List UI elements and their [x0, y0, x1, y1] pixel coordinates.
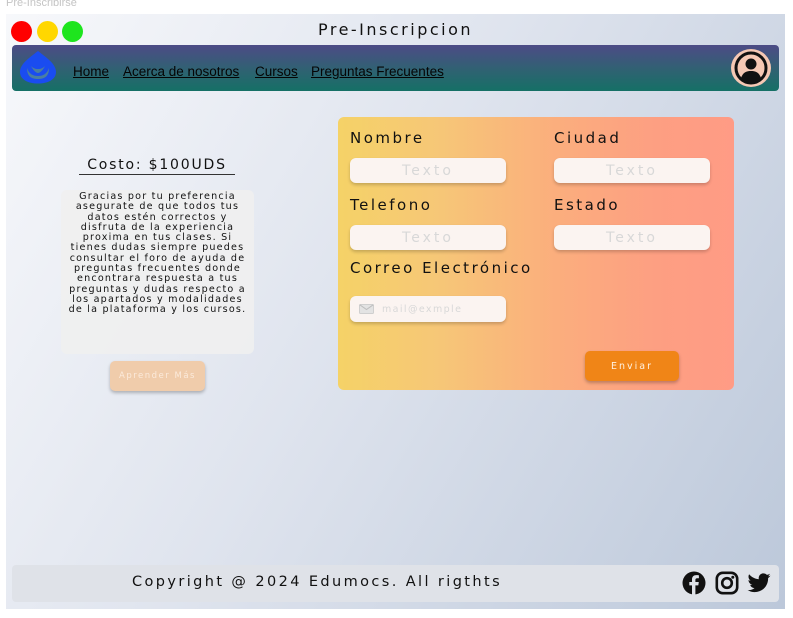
nombre-label: Nombre	[350, 129, 425, 147]
drop-logo-icon[interactable]	[18, 49, 58, 85]
nav-link-about[interactable]: Acerca de nosotros	[123, 64, 239, 79]
correo-label: Correo Electrónico	[350, 259, 533, 277]
registration-form: Nombre Ciudad Telefono Estado Correo Ele…	[338, 117, 734, 390]
mail-icon	[359, 304, 374, 314]
nav-link-courses[interactable]: Cursos	[255, 64, 298, 79]
navbar: Home Acerca de nosotros Cursos Preguntas…	[12, 45, 779, 91]
twitter-icon[interactable]	[747, 571, 771, 595]
info-box: Gracias por tu preferencia asegurate de …	[61, 190, 254, 354]
facebook-icon[interactable]	[682, 571, 706, 595]
copyright-text: Copyright @ 2024 Edumocs. All rigthts	[131, 574, 503, 590]
window-title: Pre-Inscripcion	[317, 20, 474, 39]
nav-link-faq[interactable]: Preguntas Frecuentes	[311, 64, 444, 79]
telefono-label: Telefono	[350, 196, 433, 214]
user-circle-icon[interactable]	[731, 49, 771, 87]
nombre-input[interactable]	[350, 158, 506, 183]
ciudad-input[interactable]	[554, 158, 710, 183]
nav-link-home[interactable]: Home	[73, 64, 109, 79]
app-window: Pre-Inscripcion Home Acerca de nosotros …	[6, 14, 785, 609]
instagram-icon[interactable]	[715, 571, 739, 595]
page-label: Pre-Inscribirse	[6, 0, 77, 9]
learn-more-button[interactable]: Aprender Más	[110, 361, 205, 391]
email-input[interactable]	[382, 296, 502, 322]
title-bar: Pre-Inscripcion	[6, 14, 785, 46]
footer: Copyright @ 2024 Edumocs. All rigthts	[12, 565, 779, 602]
telefono-input[interactable]	[350, 225, 506, 250]
info-text: Gracias por tu preferencia asegurate de …	[68, 191, 247, 316]
send-button[interactable]: Enviar	[585, 351, 679, 381]
ciudad-label: Ciudad	[554, 129, 622, 147]
email-field[interactable]	[350, 296, 506, 322]
cost-label: Costo: $100UDS	[79, 157, 235, 175]
estado-input[interactable]	[554, 225, 710, 250]
estado-label: Estado	[554, 196, 621, 214]
